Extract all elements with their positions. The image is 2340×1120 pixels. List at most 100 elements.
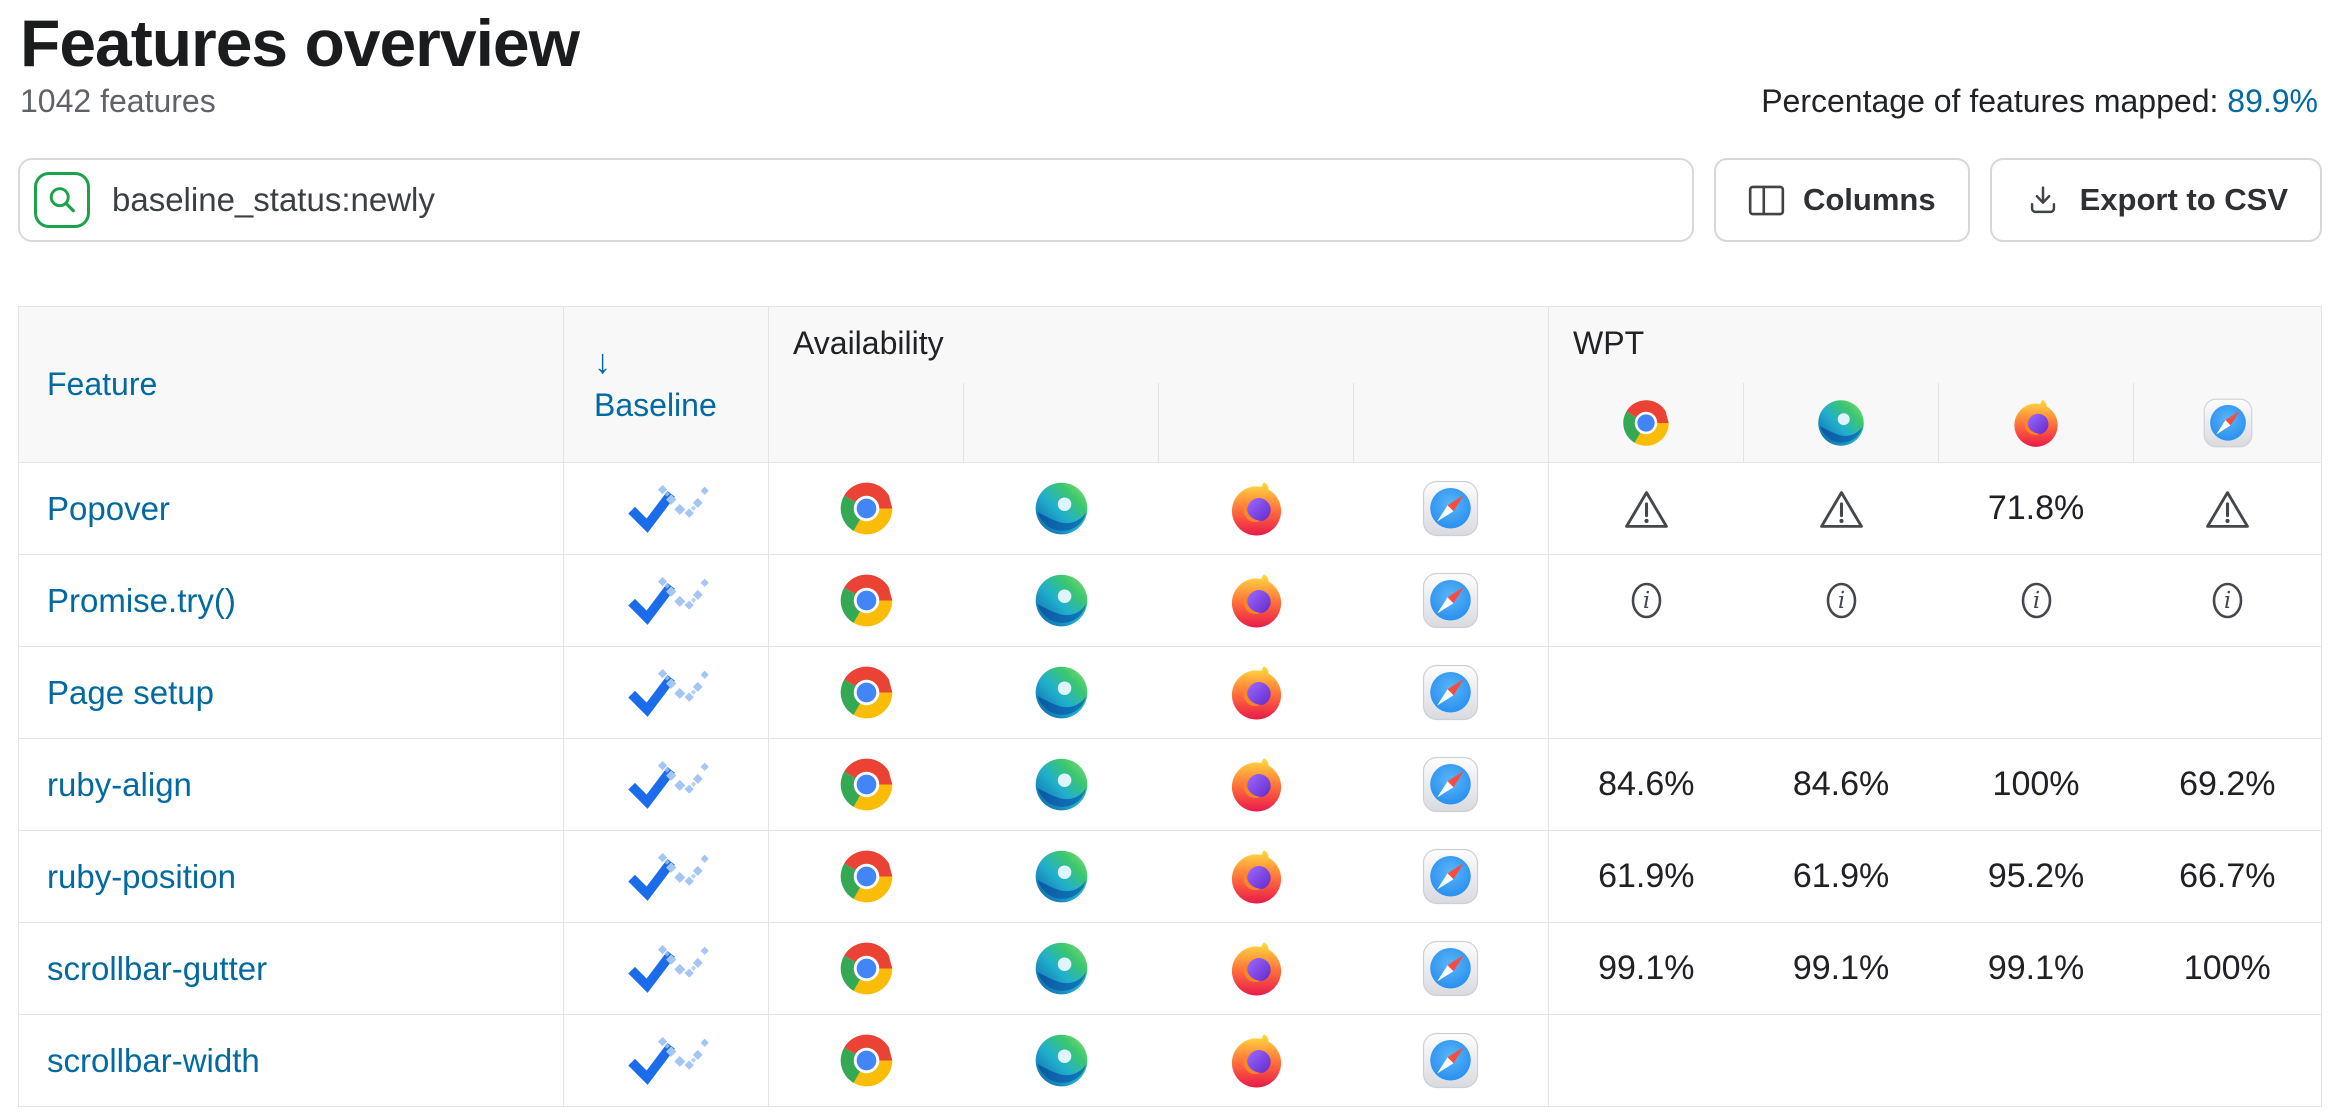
- features-table: Feature ↓ Baseline Availability WPT: [18, 306, 2322, 1107]
- table-row: ruby-position: [19, 831, 2322, 923]
- availability-cell: [769, 463, 964, 555]
- feature-link[interactable]: Page setup: [47, 674, 214, 711]
- feature-link[interactable]: ruby-position: [47, 858, 236, 895]
- availability-cell: [964, 1015, 1159, 1107]
- availability-cell: [1159, 1015, 1354, 1107]
- feature-link[interactable]: Promise.try(): [47, 582, 236, 619]
- page-title: Features overview: [20, 8, 2322, 79]
- features-table-body: Popover: [19, 463, 2322, 1107]
- baseline-status-cell: [564, 463, 769, 555]
- safari-icon: [1421, 847, 1480, 906]
- wpt-column-header: [1549, 383, 1744, 463]
- wpt-score-cell: 100%: [2134, 923, 2322, 1015]
- firefox-icon: [1227, 939, 1286, 998]
- chrome-icon: [837, 571, 896, 630]
- availability-cell: [769, 923, 964, 1015]
- baseline-newly-icon: [623, 849, 709, 904]
- firefox-icon: [1227, 663, 1286, 722]
- edge-icon: [1032, 479, 1091, 538]
- availability-cell: [769, 831, 964, 923]
- availability-group-header: Availability: [769, 307, 1549, 383]
- wpt-score-cell: [1549, 463, 1744, 555]
- firefox-icon: [1227, 847, 1286, 906]
- table-row: Popover: [19, 463, 2322, 555]
- columns-button-label: Columns: [1803, 182, 1936, 218]
- warning-icon[interactable]: [2205, 489, 2250, 530]
- info-icon[interactable]: i: [1628, 579, 1665, 622]
- safari-icon: [1421, 1031, 1480, 1090]
- feature-link[interactable]: scrollbar-width: [47, 1042, 260, 1079]
- download-icon: [2024, 181, 2062, 219]
- availability-subcolumn: [964, 383, 1159, 463]
- wpt-column-header: [1939, 383, 2134, 463]
- availability-cell: [964, 831, 1159, 923]
- wpt-score-cell: 61.9%: [1549, 831, 1744, 923]
- availability-cell: [1354, 923, 1549, 1015]
- wpt-score-cell: 61.9%: [1744, 831, 1939, 923]
- search-input[interactable]: [112, 181, 1678, 219]
- wpt-score-cell: [1939, 1015, 2134, 1107]
- feature-link[interactable]: ruby-align: [47, 766, 192, 803]
- availability-cell: [1354, 463, 1549, 555]
- sort-baseline-header[interactable]: ↓ Baseline: [594, 345, 768, 424]
- svg-text:i: i: [2224, 588, 2231, 614]
- edge-icon: [1032, 1031, 1091, 1090]
- firefox-icon: [2010, 397, 2062, 449]
- availability-subcolumn: [769, 383, 964, 463]
- info-icon[interactable]: i: [2209, 579, 2246, 622]
- table-row: scrollbar-gutter: [19, 923, 2322, 1015]
- availability-cell: [1159, 647, 1354, 739]
- table-row: scrollbar-width: [19, 1015, 2322, 1107]
- wpt-score-cell: [1744, 1015, 1939, 1107]
- wpt-score-cell: [1744, 647, 1939, 739]
- wpt-score-cell: i: [1549, 555, 1744, 647]
- availability-cell: [1159, 831, 1354, 923]
- mapped-percentage-link[interactable]: 89.9%: [2227, 83, 2318, 119]
- table-row: Page setup: [19, 647, 2322, 739]
- availability-cell: [964, 555, 1159, 647]
- sort-feature-header[interactable]: Feature: [47, 366, 157, 402]
- baseline-newly-icon: [623, 1033, 709, 1088]
- edge-icon: [1032, 571, 1091, 630]
- availability-cell: [1159, 923, 1354, 1015]
- baseline-newly-icon: [623, 481, 709, 536]
- search-box[interactable]: [18, 158, 1694, 242]
- search-icon: [34, 172, 90, 228]
- toolbar: Columns Export to CSV: [18, 158, 2322, 242]
- availability-subcolumn: [1354, 383, 1549, 463]
- edge-icon: [1032, 755, 1091, 814]
- feature-link[interactable]: Popover: [47, 490, 170, 527]
- feature-link[interactable]: scrollbar-gutter: [47, 950, 267, 987]
- page-header: Features overview 1042 features Percenta…: [18, 8, 2322, 120]
- info-icon[interactable]: i: [2018, 579, 2055, 622]
- safari-icon: [1421, 939, 1480, 998]
- safari-icon: [1421, 571, 1480, 630]
- availability-cell: [769, 647, 964, 739]
- wpt-column-header: [1744, 383, 1939, 463]
- availability-cell: [964, 463, 1159, 555]
- availability-cell: [1159, 739, 1354, 831]
- wpt-score-cell: [1549, 1015, 1744, 1107]
- warning-icon[interactable]: [1624, 489, 1669, 530]
- warning-icon[interactable]: [1819, 489, 1864, 530]
- export-csv-button[interactable]: Export to CSV: [1990, 158, 2322, 242]
- edge-icon: [1815, 397, 1867, 449]
- wpt-column-header: [2134, 383, 2322, 463]
- edge-icon: [1032, 939, 1091, 998]
- info-icon[interactable]: i: [1823, 579, 1860, 622]
- wpt-score-cell: 69.2%: [2134, 739, 2322, 831]
- svg-text:i: i: [2032, 588, 2039, 614]
- availability-cell: [964, 739, 1159, 831]
- availability-cell: [1354, 831, 1549, 923]
- baseline-newly-icon: [623, 941, 709, 996]
- availability-cell: [964, 647, 1159, 739]
- export-csv-button-label: Export to CSV: [2080, 182, 2288, 218]
- svg-text:i: i: [1837, 588, 1844, 614]
- wpt-score-cell: [2134, 463, 2322, 555]
- table-row: Promise.try(): [19, 555, 2322, 647]
- columns-button[interactable]: Columns: [1714, 158, 1970, 242]
- wpt-score-cell: 99.1%: [1549, 923, 1744, 1015]
- wpt-score-cell: i: [1939, 555, 2134, 647]
- availability-cell: [769, 555, 964, 647]
- chrome-icon: [837, 663, 896, 722]
